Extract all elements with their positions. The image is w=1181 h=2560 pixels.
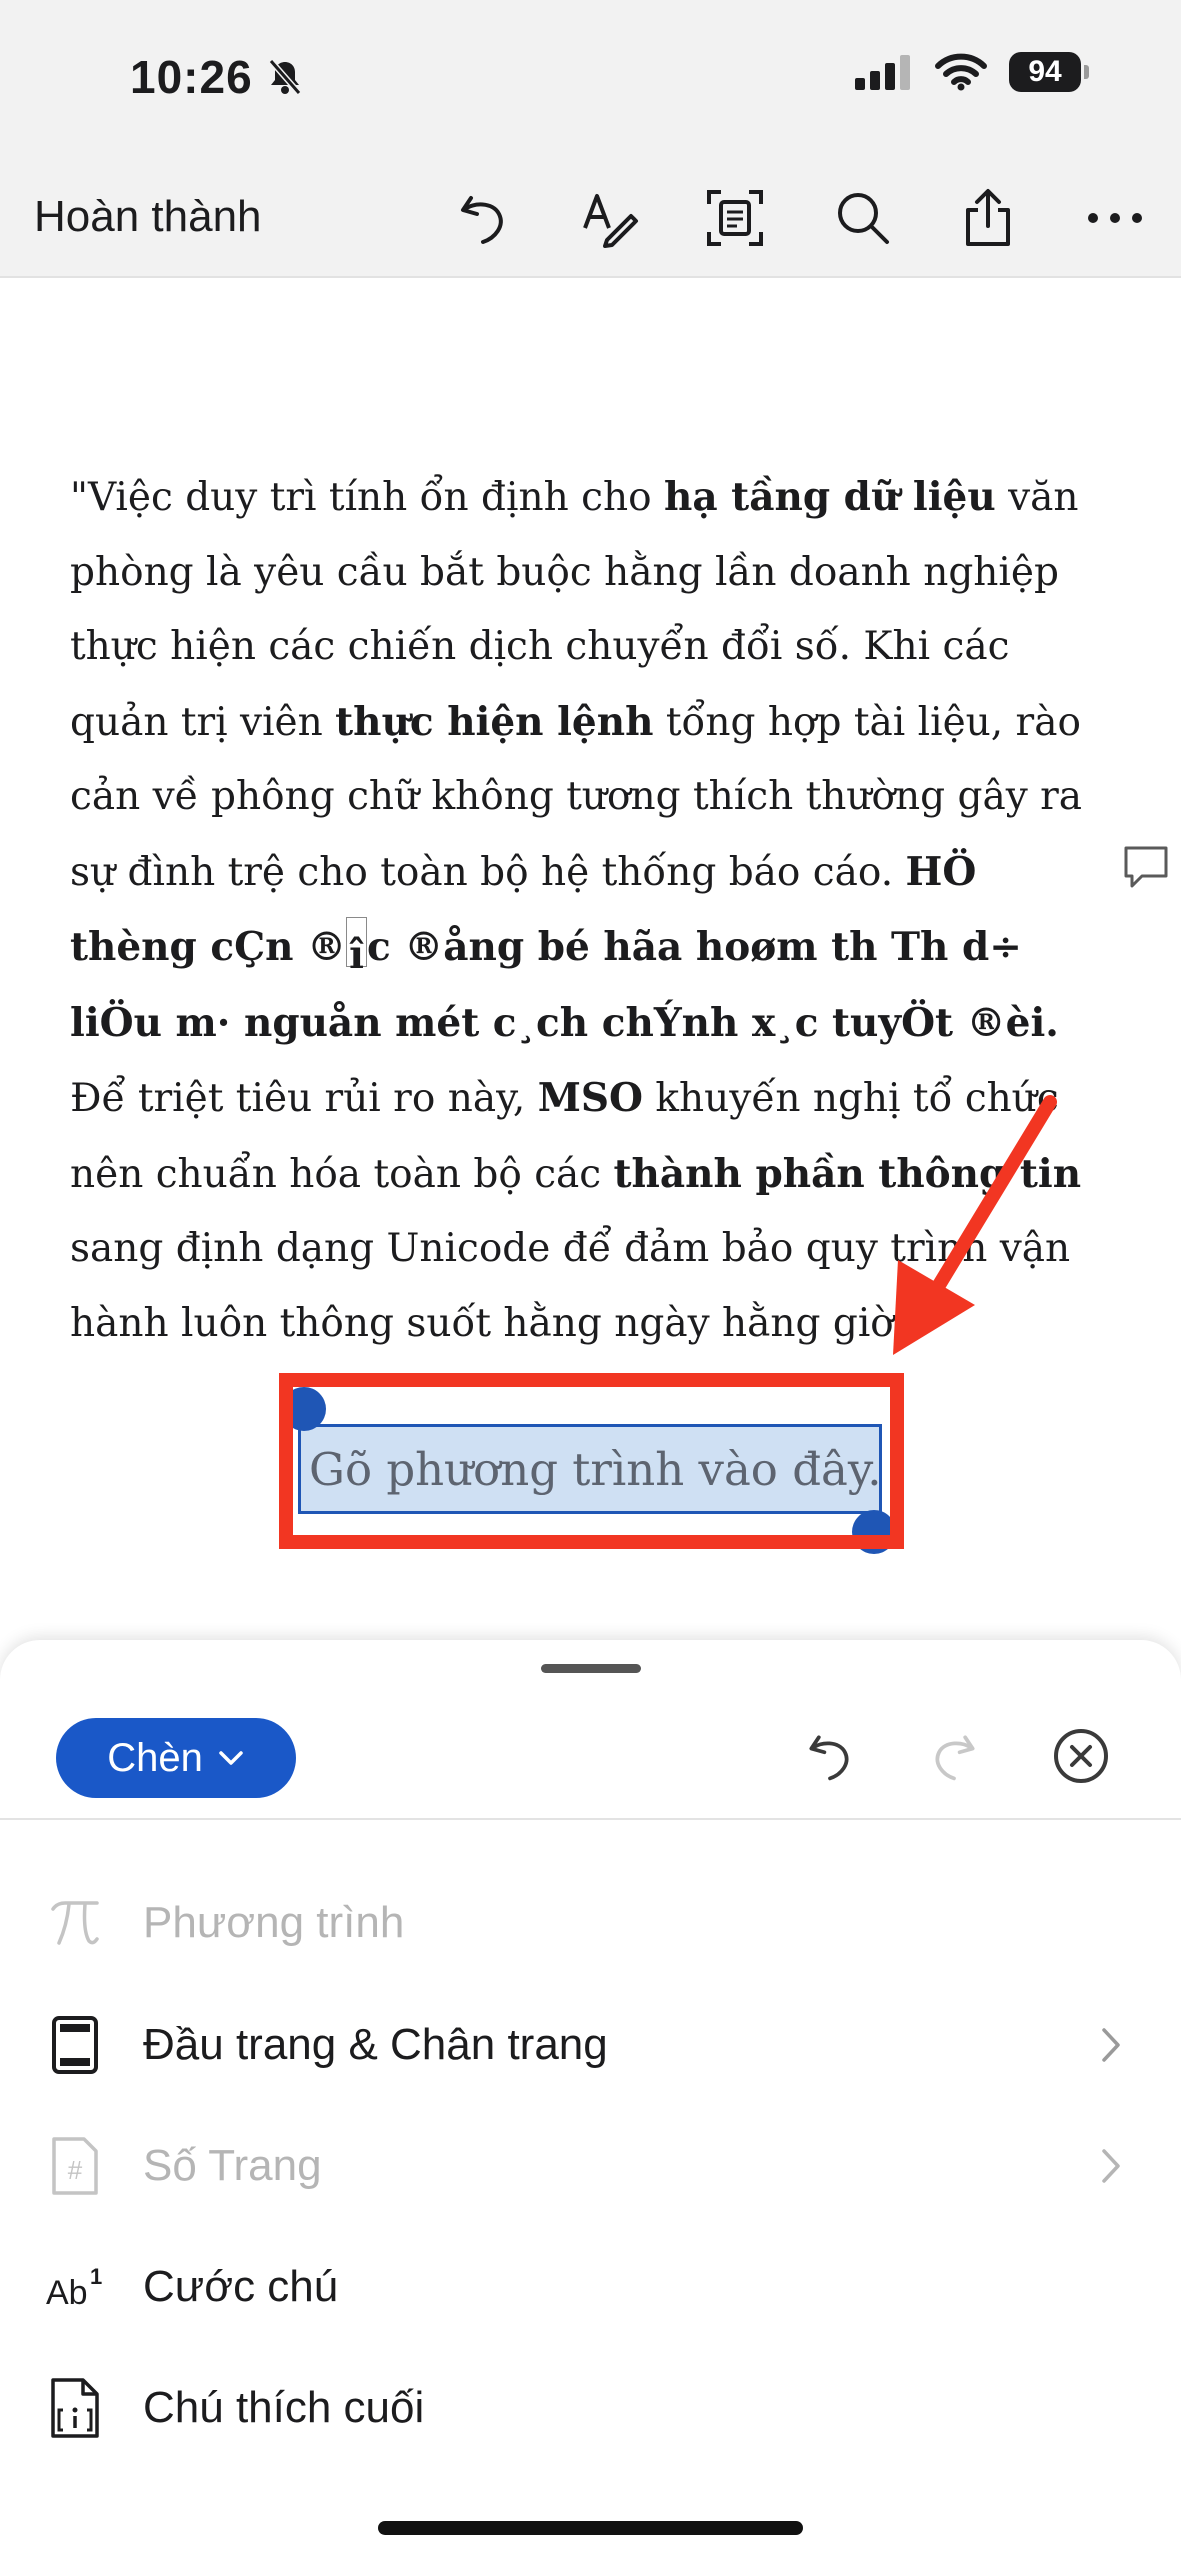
more-horizontal-icon <box>1088 213 1142 223</box>
menu-item-endnote[interactable]: Chú thích cuối <box>0 2358 1181 2458</box>
sheet-redo-button[interactable] <box>920 1722 988 1790</box>
insert-menu-dropdown[interactable]: Chèn <box>56 1718 296 1798</box>
sheet-grabber[interactable] <box>541 1664 641 1673</box>
document-body[interactable]: "Việc duy trì tính ổn định cho hạ tầng d… <box>70 460 1110 1361</box>
menu-item-label: Chú thích cuối <box>143 2383 425 2432</box>
menu-item-header-footer[interactable]: Đầu trang & Chân trang <box>0 1995 1181 2095</box>
menu-item-label: Số Trang <box>143 2141 322 2190</box>
text-run: Để triệt tiêu rủi ro này, <box>70 1076 538 1121</box>
selection-handle-end[interactable] <box>852 1510 896 1554</box>
done-button[interactable]: Hoàn thành <box>34 192 262 242</box>
menu-item-label: Phương trình <box>143 1898 405 1947</box>
menu-item-footnote[interactable]: Ab 1 Cước chú <box>0 2237 1181 2337</box>
undo-icon <box>809 1735 849 1781</box>
document-paragraph[interactable]: "Việc duy trì tính ổn định cho hạ tầng d… <box>70 460 1110 1361</box>
status-time: 10:26 <box>130 50 305 104</box>
text-format-button[interactable] <box>576 185 642 251</box>
search-button[interactable] <box>830 185 896 251</box>
sheet-undo-button[interactable] <box>796 1722 864 1790</box>
wifi-icon <box>935 53 987 91</box>
menu-item-page-number[interactable]: # Số Trang <box>0 2116 1181 2216</box>
chevron-right-icon <box>1091 2020 1131 2070</box>
bold-text-run: thành phần thông tin <box>613 1150 1082 1197</box>
close-circle-icon <box>1054 1729 1108 1783</box>
insert-menu-label: Chèn <box>107 1735 203 1780</box>
sheet-divider <box>0 1818 1181 1820</box>
search-icon <box>838 193 889 244</box>
text-run: "Việc duy trì tính ổn định cho <box>70 475 664 520</box>
cellular-signal-icon <box>855 55 910 90</box>
page-number-icon-glyph: # <box>68 2155 83 2185</box>
battery-level: 94 <box>1028 55 1062 88</box>
bold-text-run: MSO <box>537 1075 644 1121</box>
bold-text-run: thực hiện lệnh <box>335 698 654 745</box>
page-number-icon: # <box>40 2131 110 2201</box>
redo-icon <box>935 1735 975 1781</box>
equation-input[interactable]: Gõ phương trình vào đây. <box>298 1424 882 1514</box>
scan-document-icon <box>707 190 763 246</box>
battery-indicator: 94 <box>1009 52 1089 92</box>
selection-handle-start[interactable] <box>282 1387 326 1431</box>
reading-view-button[interactable] <box>702 185 768 251</box>
menu-item-equation[interactable]: Phương trình <box>0 1873 1181 1973</box>
equation-placeholder: Gõ phương trình vào đây. <box>309 1442 882 1496</box>
footnote-icon: Ab 1 <box>40 2252 110 2322</box>
comment-button[interactable] <box>1120 842 1172 894</box>
chevron-right-icon <box>1091 2141 1131 2191</box>
menu-item-label: Đầu trang & Chân trang <box>143 2020 608 2069</box>
clock: 10:26 <box>130 51 253 103</box>
share-button[interactable] <box>955 185 1021 251</box>
text-run: sang định dạng Unicode để đảm bảo quy tr… <box>70 1226 1071 1346</box>
more-button[interactable] <box>1082 185 1148 251</box>
status-indicators: 94 <box>855 52 1089 92</box>
header-footer-icon <box>40 2010 110 2080</box>
bold-text-run: hạ tầng dữ liệu <box>663 474 996 520</box>
home-indicator[interactable] <box>378 2521 803 2535</box>
footnote-icon-superscript: 1 <box>90 2264 102 2289</box>
undo-icon <box>461 196 503 244</box>
text-format-pen-icon <box>583 194 638 248</box>
text-cursor-character: î <box>346 917 367 978</box>
menu-item-label: Cước chú <box>143 2262 339 2311</box>
bell-muted-icon <box>268 59 301 95</box>
endnote-icon <box>40 2373 110 2443</box>
pi-icon <box>40 1888 110 1958</box>
undo-button[interactable] <box>450 185 516 251</box>
comment-icon <box>1124 846 1168 888</box>
chevron-down-icon <box>219 1751 243 1765</box>
sheet-close-button[interactable] <box>1047 1722 1115 1790</box>
share-icon <box>966 189 1010 246</box>
footnote-icon-glyph: Ab <box>46 2274 88 2312</box>
